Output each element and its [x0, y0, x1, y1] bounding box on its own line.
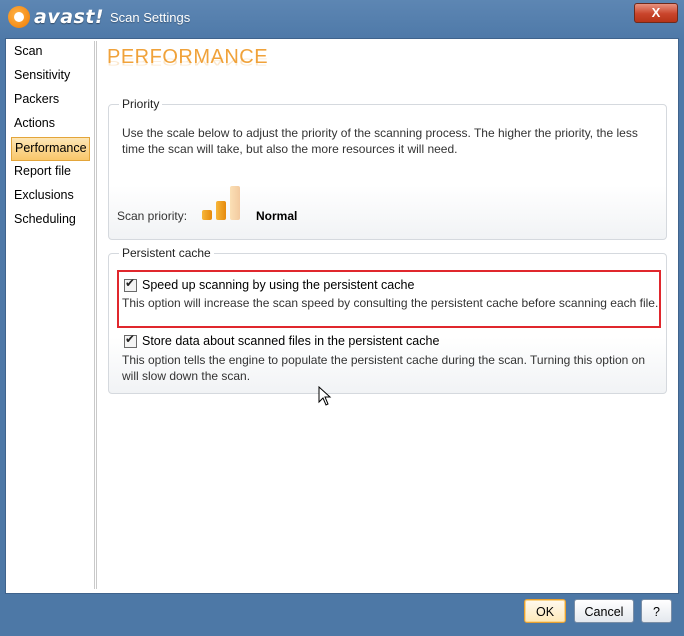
priority-group: Priority Use the scale below to adjust t…: [108, 97, 667, 240]
settings-content: PERFORMANCE PERFORMANCE Priority Use the…: [106, 39, 678, 593]
ok-button[interactable]: OK: [524, 599, 566, 623]
resize-grip-icon[interactable]: [672, 624, 682, 634]
cancel-button[interactable]: Cancel: [574, 599, 634, 623]
window-title: Scan Settings: [110, 10, 191, 25]
settings-sidebar: Scan Sensitivity Packers Actions Perform…: [8, 41, 97, 589]
persistent-cache-group: Persistent cache Speed up scanning by us…: [108, 246, 667, 394]
brand-name: avast!: [34, 6, 105, 28]
sidebar-item-performance[interactable]: Performance: [11, 137, 90, 161]
priority-scale[interactable]: [202, 184, 250, 220]
close-button[interactable]: X: [634, 3, 678, 23]
store-data-option-description: This option tells the engine to populate…: [122, 353, 646, 383]
sidebar-item-scan[interactable]: Scan: [8, 41, 94, 65]
scan-priority-value: Normal: [256, 209, 298, 223]
scan-priority-label: Scan priority:: [117, 209, 188, 223]
sidebar-item-sensitivity[interactable]: Sensitivity: [8, 65, 94, 89]
sidebar-item-exclusions[interactable]: Exclusions: [8, 185, 94, 209]
speed-up-checkbox[interactable]: [124, 276, 137, 292]
close-icon: X: [651, 5, 661, 20]
sidebar-item-packers[interactable]: Packers: [8, 89, 94, 113]
priority-bar-low[interactable]: [202, 210, 212, 220]
title-bar[interactable]: avast! Scan Settings X: [0, 0, 684, 36]
scan-settings-window: avast! Scan Settings X Scan Sensitivity …: [0, 0, 684, 636]
store-data-checkbox[interactable]: [124, 332, 137, 348]
persistent-cache-group-label: Persistent cache: [119, 246, 214, 260]
avast-logo: avast!: [8, 5, 104, 29]
priority-group-label: Priority: [119, 97, 163, 111]
client-area: Scan Sensitivity Packers Actions Perform…: [5, 38, 679, 594]
priority-bar-high[interactable]: [230, 186, 240, 220]
sidebar-item-scheduling[interactable]: Scheduling: [8, 209, 94, 233]
sidebar-item-actions[interactable]: Actions: [8, 113, 94, 137]
avast-logo-icon: [8, 6, 30, 28]
sidebar-item-report-file[interactable]: Report file: [8, 161, 94, 185]
priority-description: Use the scale below to adjust the priori…: [122, 126, 638, 156]
speed-up-option-description: This option will increase the scan speed…: [122, 296, 659, 310]
store-data-option-label[interactable]: Store data about scanned files in the pe…: [142, 334, 439, 348]
speed-up-option-label[interactable]: Speed up scanning by using the persisten…: [142, 278, 414, 292]
page-title-reflection: PERFORMANCE: [107, 56, 269, 67]
priority-bar-normal[interactable]: [216, 201, 226, 220]
help-button[interactable]: ?: [641, 599, 672, 623]
